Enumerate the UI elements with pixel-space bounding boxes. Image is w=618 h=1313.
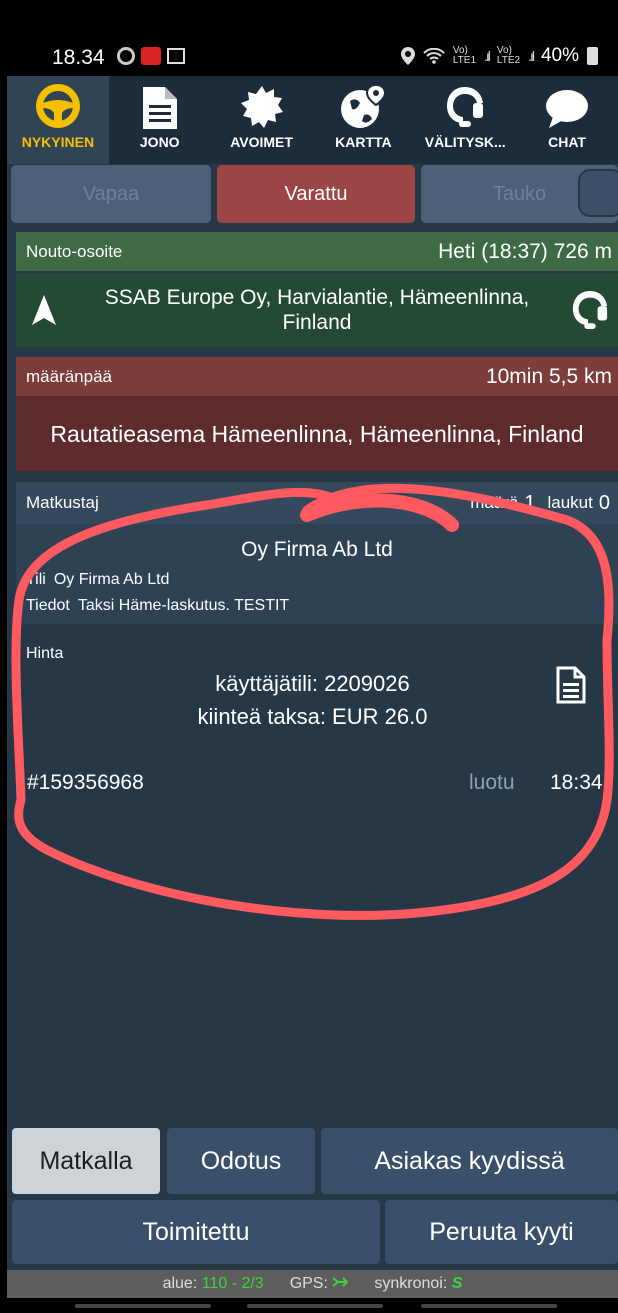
tab-valityskeskus[interactable]: VÄLITYSK... xyxy=(414,76,516,164)
details-label: Tiedot xyxy=(26,597,70,614)
recent-apps-handle[interactable] xyxy=(75,1304,211,1308)
asiakas-kyydissa-button[interactable]: Asiakas kyydissä xyxy=(321,1128,618,1194)
bags-label: laukut xyxy=(547,493,593,512)
steering-wheel-icon xyxy=(35,84,80,128)
battery-icon xyxy=(587,47,598,65)
alue-value: 110 - 2/3 xyxy=(201,1275,264,1292)
brightness-icon xyxy=(117,47,135,65)
account-row: Tili Oy Firma Ab Ltd xyxy=(26,571,177,589)
app-screen: 18.34 Vo) LTE1 .ıl Vo) LTE2 .ıl 40% NYKY… xyxy=(7,0,618,1313)
bags-count: 0 xyxy=(598,491,610,514)
network-label-1: Vo) LTE1 xyxy=(452,45,477,66)
navigation-arrow-icon xyxy=(32,295,56,325)
tab-jono[interactable]: JONO xyxy=(109,76,211,164)
company-name: Oy Firma Ab Ltd xyxy=(241,538,393,561)
sync-value: S xyxy=(451,1275,463,1292)
pickup-eta: Heti (18:37) 726 m xyxy=(438,239,612,263)
passenger-count: 1 xyxy=(524,491,536,514)
fixed-fare: kiinteä taksa: EUR 26.0 xyxy=(197,704,428,729)
passenger-header: Matkustaj määrä 1 laukut 0 xyxy=(16,482,618,524)
account-value: Oy Firma Ab Ltd xyxy=(53,571,170,588)
details-row: Tiedot Taksi Häme-laskutus. TESTIT xyxy=(26,597,297,615)
board-icon xyxy=(167,48,185,64)
location-icon xyxy=(400,47,415,65)
headset-icon xyxy=(572,291,608,329)
headset-icon xyxy=(447,87,484,127)
created-time: 18:34 xyxy=(550,771,603,794)
pickup-label: Nouto-osoite xyxy=(26,241,123,261)
alue-label: alue: xyxy=(162,1275,198,1292)
receipt-button[interactable] xyxy=(556,666,586,709)
odotus-button[interactable]: Odotus xyxy=(167,1128,315,1194)
system-nav-bar xyxy=(7,1298,618,1313)
tab-label: KARTTA xyxy=(335,134,392,150)
passenger-label: Matkustaj xyxy=(26,493,99,512)
tab-label: JONO xyxy=(139,134,180,150)
wifi-icon xyxy=(423,48,445,64)
chat-bubble-icon xyxy=(546,90,589,128)
car-notification-icon xyxy=(141,47,161,65)
tab-label: CHAT xyxy=(548,134,586,150)
tab-label: AVOIMET xyxy=(230,134,293,150)
destination-label: määränpää xyxy=(26,366,113,386)
status-time: 18.34 xyxy=(52,46,105,69)
passenger-count-label: määrä xyxy=(470,493,519,512)
tab-label: VÄLITYSK... xyxy=(424,134,506,150)
price-label: Hinta xyxy=(26,645,64,662)
user-account: käyttäjätili: 2209026 xyxy=(215,671,410,696)
top-nav: NYKYINEN JONO AVOIMET KARTTA VÄLITYSK...… xyxy=(7,76,618,164)
tab-nykyinen[interactable]: NYKYINEN xyxy=(7,76,109,164)
document-icon xyxy=(142,87,177,129)
tab-kartta[interactable]: KARTTA xyxy=(312,76,414,164)
peruuta-kyyti-button[interactable]: Peruuta kyyti xyxy=(385,1200,618,1264)
order-id: #159356968 xyxy=(27,771,144,794)
status-footer: alue: 110 - 2/3 GPS: synkronoi: S xyxy=(7,1270,618,1298)
network-label-2: Vo) LTE2 xyxy=(496,45,521,66)
home-handle[interactable] xyxy=(247,1304,383,1308)
customer-info: Oy Firma Ab Ltd Tili Oy Firma Ab Ltd Tied… xyxy=(16,524,618,624)
globe-pin-icon xyxy=(341,85,387,128)
pickup-header: Nouto-osoite Heti (18:37) 726 m xyxy=(16,232,618,271)
document-icon xyxy=(556,666,586,704)
tab-avoimet[interactable]: AVOIMET xyxy=(211,76,313,164)
signal-icon: .ıl xyxy=(484,48,491,64)
toimitettu-button[interactable]: Toimitettu xyxy=(12,1200,380,1264)
call-dispatch-button[interactable] xyxy=(562,289,618,331)
account-label: Tili xyxy=(26,571,46,588)
sync-label: synkronoi: xyxy=(374,1275,448,1292)
tab-label: NYKYINEN xyxy=(21,134,95,150)
vapaa-button[interactable]: Vapaa xyxy=(11,165,211,223)
satellite-icon xyxy=(332,1277,349,1287)
matkalla-button[interactable]: Matkalla xyxy=(12,1128,160,1194)
status-bar: 18.34 Vo) LTE1 .ıl Vo) LTE2 .ıl 40% xyxy=(7,0,618,76)
gps-label: GPS: xyxy=(289,1275,328,1292)
signal-icon: .ıl xyxy=(528,48,535,64)
navigate-button[interactable] xyxy=(16,295,72,325)
destination-header: määränpää 10min 5,5 km xyxy=(16,357,618,396)
tab-chat[interactable]: CHAT xyxy=(516,76,618,164)
pickup-address: SSAB Europe Oy, Harvialantie, Hämeenlinn… xyxy=(104,286,530,334)
battery-percent: 40% xyxy=(540,45,579,66)
created-label: luotu xyxy=(469,771,515,794)
destination-address[interactable]: Rautatieasema Hämeenlinna, Hämeenlinna, … xyxy=(16,396,618,471)
back-handle[interactable] xyxy=(421,1304,557,1308)
destination-eta: 10min 5,5 km xyxy=(485,364,612,388)
scroll-handle[interactable] xyxy=(578,169,618,217)
varattu-button[interactable]: Varattu xyxy=(217,165,415,223)
tauko-label: Tauko xyxy=(492,182,547,205)
badge-icon xyxy=(240,86,283,128)
tauko-button[interactable]: Tauko xyxy=(421,165,618,223)
pickup-address-row[interactable]: SSAB Europe Oy, Harvialantie, Hämeenlinn… xyxy=(16,273,618,347)
status-selector: Vapaa Varattu Tauko xyxy=(11,165,618,225)
details-value: Taksi Häme-laskutus. TESTIT xyxy=(77,597,290,614)
